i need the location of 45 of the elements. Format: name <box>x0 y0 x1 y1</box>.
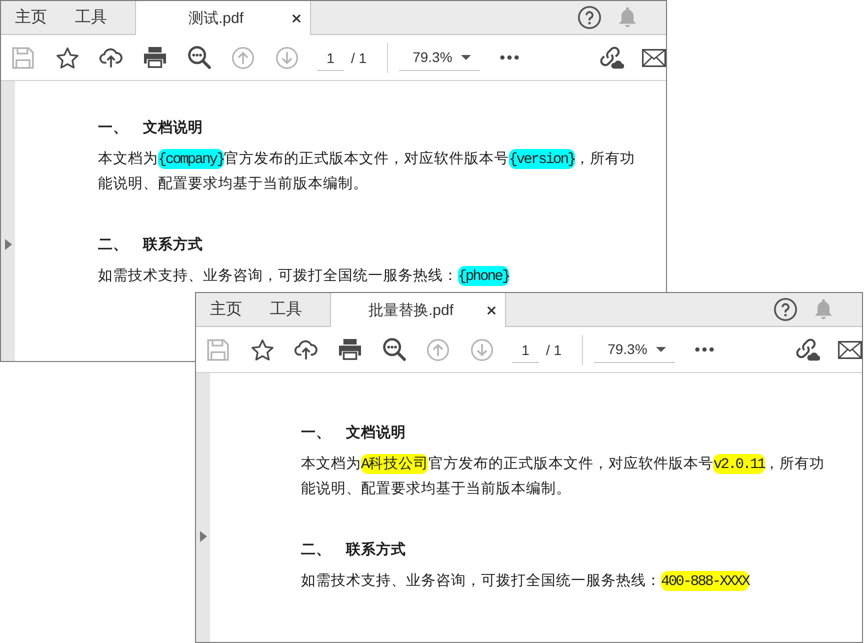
section-number: 一、 <box>301 424 331 443</box>
caret-icon <box>460 54 471 60</box>
page-count-label: / 1 <box>546 342 562 358</box>
star-icon[interactable] <box>250 338 274 360</box>
body-paragraph: 本文档为{company}官方发布的正式版本文件，对应软件版本号{version}，所有功能说明、配置要求均基于当前版本编制。 <box>98 148 636 194</box>
envelope-icon[interactable] <box>642 48 666 66</box>
link-cloud-icon[interactable] <box>598 46 624 69</box>
close-icon[interactable] <box>292 14 301 22</box>
envelope-icon[interactable] <box>838 340 862 358</box>
section-heading: 文档说明 <box>143 118 203 138</box>
section-number: 一、 <box>98 119 128 138</box>
section-number: 二、 <box>98 236 128 255</box>
caret-icon <box>656 346 666 352</box>
tab[interactable]: 主页 <box>196 293 256 326</box>
tab[interactable]: 主页 <box>1 1 61 34</box>
help-icon[interactable] <box>578 6 601 29</box>
body-paragraph: 本文档为A科技公司 官方发布的正式版本文件，对应软件版本号v2.0.11，所有功能说明、配置要求均基于当前版本编制。 <box>301 453 826 499</box>
close-icon[interactable] <box>487 306 496 314</box>
help-icon[interactable] <box>774 298 797 321</box>
body-paragraph: 如需技术支持、业务咨询，可拨打全国统一服务热线：400-888-XXXX <box>301 570 750 593</box>
more-icon[interactable] <box>694 347 714 352</box>
search-icon[interactable] <box>188 46 210 69</box>
tab[interactable]: 工具 <box>61 1 121 34</box>
cloud-upload-icon[interactable] <box>99 47 123 68</box>
search-icon[interactable] <box>382 338 406 361</box>
more-icon[interactable] <box>500 55 519 60</box>
page-count-label: / 1 <box>351 50 367 66</box>
caret-icon[interactable] <box>200 531 206 542</box>
zoom-dropdown[interactable]: 79.3% <box>594 336 675 362</box>
section-heading: 文档说明 <box>346 424 406 443</box>
page-number-field[interactable]: 1 <box>317 44 344 70</box>
printer-icon[interactable] <box>339 339 361 360</box>
zoom-dropdown[interactable]: 79.3% <box>398 44 480 70</box>
section-heading: 联系方式 <box>346 540 406 560</box>
cloud-upload-icon[interactable] <box>294 339 318 360</box>
star-icon[interactable] <box>56 46 78 68</box>
tab[interactable]: 工具 <box>256 293 316 326</box>
section-number: 二、 <box>301 541 331 560</box>
page-number-field[interactable]: 1 <box>512 336 539 362</box>
link-cloud-icon[interactable] <box>794 338 820 361</box>
document-tab[interactable]: 测试.pdf <box>135 1 311 35</box>
caret-icon[interactable] <box>4 239 12 250</box>
document-tab[interactable]: 批量替换.pdf <box>330 293 506 327</box>
printer-icon[interactable] <box>144 47 166 68</box>
section-heading: 联系方式 <box>143 235 203 255</box>
